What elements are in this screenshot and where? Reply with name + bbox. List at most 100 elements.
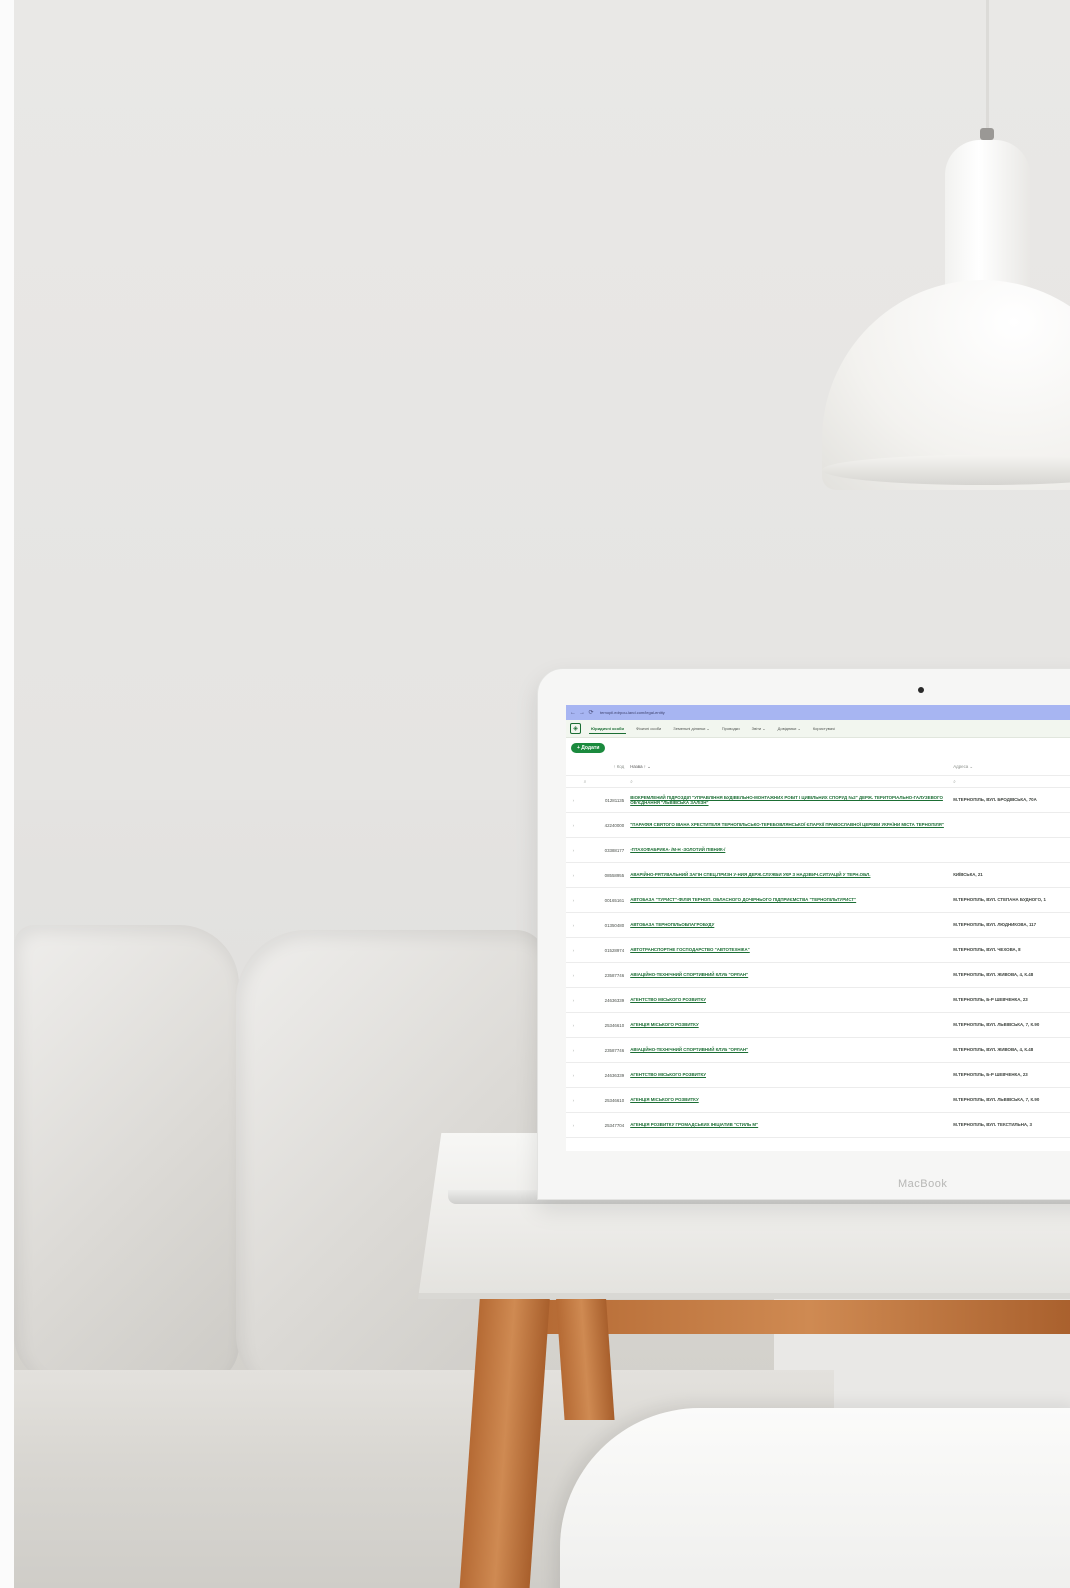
cell-address [950,812,1070,838]
cell-name-link[interactable]: АГЕНТСТВО МІСЬКОГО РОЗВИТКУ [627,1062,951,1088]
cell-name-link[interactable]: АВТОТРАНСПОРТНЕ ГОСПОДАРСТВО "АВТОТЕХНІК… [627,937,951,963]
table-row[interactable]: › 24636339 АГЕНТСТВО МІСЬКОГО РОЗВИТКУ М.ТЕ… [566,987,1070,1013]
nav-land-plots[interactable]: Земельні ділянки ⌄ [671,724,712,733]
expand-chevron-icon[interactable]: › [566,1012,581,1038]
cell-name-link[interactable]: АГЕНЦІЯ МІСЬКОГО РОЗВИТКУ [627,1087,951,1113]
white-chair [560,1408,1070,1588]
column-header-address[interactable]: Адреса ⌄ [950,758,1070,776]
table-row[interactable]: › 25347704 АГЕНЦІЯ РОЗВИТКУ ГРОМАДСЬКИХ ІН… [566,1112,1070,1138]
cell-code: 08558955 [580,862,628,888]
toolbar: + Додати [566,738,1070,758]
nav-legal-entities[interactable]: Юридичні особи [589,724,626,734]
cell-code: 42240000 [580,812,628,838]
table-leg [555,1290,615,1420]
cell-code: 24636339 [580,987,628,1013]
expand-chevron-icon[interactable]: › [566,912,581,938]
lamp-neck [945,140,1030,300]
cell-name-link[interactable]: "ПАРАФІЯ СВЯТОГО ІВАНА ХРЕСТИТЕЛЯ ТЕРНОП… [627,812,951,838]
table-row[interactable]: › 23587746 АВІАЦІЙНО-ТЕХНІЧНИЙ СПОРТИВНИЙ … [566,1037,1070,1063]
page-edge [0,0,15,1588]
cell-address: М.ТЕРНОПІЛЬ, ВУЛ. ЖИВОВА, 4, К.48 [950,1037,1070,1063]
cell-name-link[interactable]: АГЕНТСТВО МІСЬКОГО РОЗВИТКУ [627,987,951,1013]
table-row[interactable]: › 01281135 ВІОКРЕМЛЕНИЙ ПІДРОЗДІЛ "УПРАВЛІ… [566,787,1070,813]
table-row[interactable]: › 01528974 АВТОТРАНСПОРТНЕ ГОСПОДАРСТВО "А… [566,937,1070,963]
cell-code: 25347704 [580,1112,628,1138]
cell-name-link[interactable]: АВТОБАЗА ТЕРНОПІЛЬОБЛАГРОБУДУ [627,912,951,938]
reload-icon[interactable]: ⟳ [588,709,594,716]
table-row[interactable]: › 23587746 АВІАЦІЙНО-ТЕХНІЧНИЙ СПОРТИВНИЙ … [566,962,1070,988]
table-row[interactable]: › 03388177 -ПТАХОФАБРИКА- /М-Н -ЗОЛОТИЙ ПІ… [566,837,1070,863]
lamp-cord [986,0,989,132]
cell-name-link[interactable]: АВІАЦІЙНО-ТЕХНІЧНИЙ СПОРТИВНИЙ КЛУБ "ОРЛ… [627,1037,951,1063]
cell-name-link[interactable]: АВАРІЙНО-РЯТУВАЛЬНИЙ ЗАГІН СПЕЦ.ПРИЗН У-… [627,862,951,888]
cell-address: КИЇВСЬКА, 21 [950,862,1070,888]
column-header-code[interactable]: ↑ Код [580,758,628,776]
expand-chevron-icon[interactable]: › [566,837,581,863]
cell-address: М.ТЕРНОПІЛЬ, ВУЛ. БРОДІВСЬКА, 70А [950,787,1070,813]
nav-directories[interactable]: Довідники ⌄ [776,724,803,733]
cell-name-link[interactable]: -ПТАХОФАБРИКА- /М-Н -ЗОЛОТИЙ ПІВНИК-/ [627,837,951,863]
expand-column-header [566,758,581,776]
cell-code: 23587746 [580,962,628,988]
nav-individuals[interactable]: Фізичні особи [634,724,663,733]
cell-address: М.ТЕРНОПІЛЬ, Б-Р ШЕВЧЕНКА, 23 [950,1062,1070,1088]
url-field[interactable]: ternopil.edrpou-land.com/legal-entity [600,710,665,715]
cell-address: М.ТЕРНОПІЛЬ, ВУЛ. СТЕПАНА БУДНОГО, 1 [950,887,1070,913]
expand-chevron-icon[interactable]: › [566,1112,581,1138]
expand-chevron-icon[interactable]: › [566,1037,581,1063]
legal-entities-table: ↑ Код Назва ↑ ⌄ Адреса ⌄ ⌕ ⌕ ⌕ ⌕ ›012811… [566,758,1070,1138]
nav-reports[interactable]: Звіти ⌄ [750,724,768,733]
expand-chevron-icon[interactable]: › [566,987,581,1013]
cell-code: 01281135 [580,787,628,813]
cell-code: 24636339 [580,1062,628,1088]
lamp-cap [980,128,994,140]
table-row[interactable]: › 25346610 АГЕНЦІЯ МІСЬКОГО РОЗВИТКУ М.ТЕРН… [566,1087,1070,1113]
app-logo-icon[interactable]: ◈ [570,723,581,734]
cell-name-link[interactable]: АВТОБАЗА "ТУРИСТ"-ФІЛІЯ ТЕРНОП. ОБЛАСНОГ… [627,887,951,913]
nav-postings[interactable]: Проводки [720,724,742,733]
search-icon[interactable]: ⌕ [580,775,628,788]
forward-arrow-icon[interactable]: → [579,710,585,716]
table-row[interactable]: › 24636339 АГЕНТСТВО МІСЬКОГО РОЗВИТКУ М.ТЕ… [566,1062,1070,1088]
cell-address: М.ТЕРНОПІЛЬ, ВУЛ. ЖИВОВА, 4, К.48 [950,962,1070,988]
cell-address: М.ТЕРНОПІЛЬ, ВУЛ. ТЕКСТИЛЬНА, 3 [950,1112,1070,1138]
expand-chevron-icon[interactable]: › [566,812,581,838]
filter-row: ⌕ ⌕ ⌕ ⌕ [566,775,1070,788]
table-rail [540,1300,1070,1334]
cell-code: 03388177 [580,837,628,863]
cell-name-link[interactable]: АВІАЦІЙНО-ТЕХНІЧНИЙ СПОРТИВНИЙ КЛУБ "ОРЛ… [627,962,951,988]
cell-name-link[interactable]: ВІОКРЕМЛЕНИЙ ПІДРОЗДІЛ "УПРАВЛІННЯ БУДІВ… [627,787,951,813]
cell-code: 00165161 [580,887,628,913]
cell-name-link[interactable]: АГЕНЦІЯ РОЗВИТКУ ГРОМАДСЬКИХ ІНІЦІАТИВ "… [627,1112,951,1138]
expand-chevron-icon[interactable]: › [566,937,581,963]
nav-users[interactable]: Користувачі [811,724,837,733]
laptop: MacBook ← → ⟳ ternopil.edrpou-land.com/l… [537,668,1070,1200]
expand-chevron-icon[interactable]: › [566,887,581,913]
cell-address: М.ТЕРНОПІЛЬ, ВУЛ. ЛЬВІВСЬКА, 7, К.90 [950,1012,1070,1038]
search-icon[interactable]: ⌕ [950,775,1070,788]
webcam [918,687,924,693]
table-row[interactable]: › 00165161 АВТОБАЗА "ТУРИСТ"-ФІЛІЯ ТЕРНОП.… [566,887,1070,913]
cell-name-link[interactable]: АГЕНЦІЯ МІСЬКОГО РОЗВИТКУ [627,1012,951,1038]
column-header-name[interactable]: Назва ↑ ⌄ [627,758,951,776]
add-button[interactable]: + Додати [571,743,606,753]
cell-address: М.ТЕРНОПІЛЬ, ВУЛ. ЛЮДНИКОВА, 117 [950,912,1070,938]
expand-chevron-icon[interactable]: › [566,787,581,813]
photo-scene: MacBook ← → ⟳ ternopil.edrpou-land.com/l… [0,0,1070,1588]
expand-chevron-icon[interactable]: › [566,962,581,988]
cell-address: М.ТЕРНОПІЛЬ, ВУЛ. ЛЬВІВСЬКА, 7, К.90 [950,1087,1070,1113]
back-arrow-icon[interactable]: ← [570,710,576,716]
table-row[interactable]: › 25346610 АГЕНЦІЯ МІСЬКОГО РОЗВИТКУ М.ТЕРН… [566,1012,1070,1038]
cell-code: 25346610 [580,1087,628,1113]
table-row[interactable]: › 08558955 АВАРІЙНО-РЯТУВАЛЬНИЙ ЗАГІН СПЕЦ… [566,862,1070,888]
expand-chevron-icon[interactable]: › [566,1062,581,1088]
laptop-screen: ← → ⟳ ternopil.edrpou-land.com/legal-ent… [566,705,1070,1151]
expand-chevron-icon[interactable]: › [566,1087,581,1113]
cell-code: 23587746 [580,1037,628,1063]
expand-chevron-icon[interactable]: › [566,862,581,888]
cell-code: 25346610 [580,1012,628,1038]
search-icon[interactable]: ⌕ [627,775,951,788]
table-row[interactable]: › 01350480 АВТОБАЗА ТЕРНОПІЛЬОБЛАГРОБУДУ М.… [566,912,1070,938]
cell-address: М.ТЕРНОПІЛЬ, Б-Р ШЕВЧЕНКА, 23 [950,987,1070,1013]
table-row[interactable]: › 42240000 "ПАРАФІЯ СВЯТОГО ІВАНА ХРЕСТИТЕ… [566,812,1070,838]
